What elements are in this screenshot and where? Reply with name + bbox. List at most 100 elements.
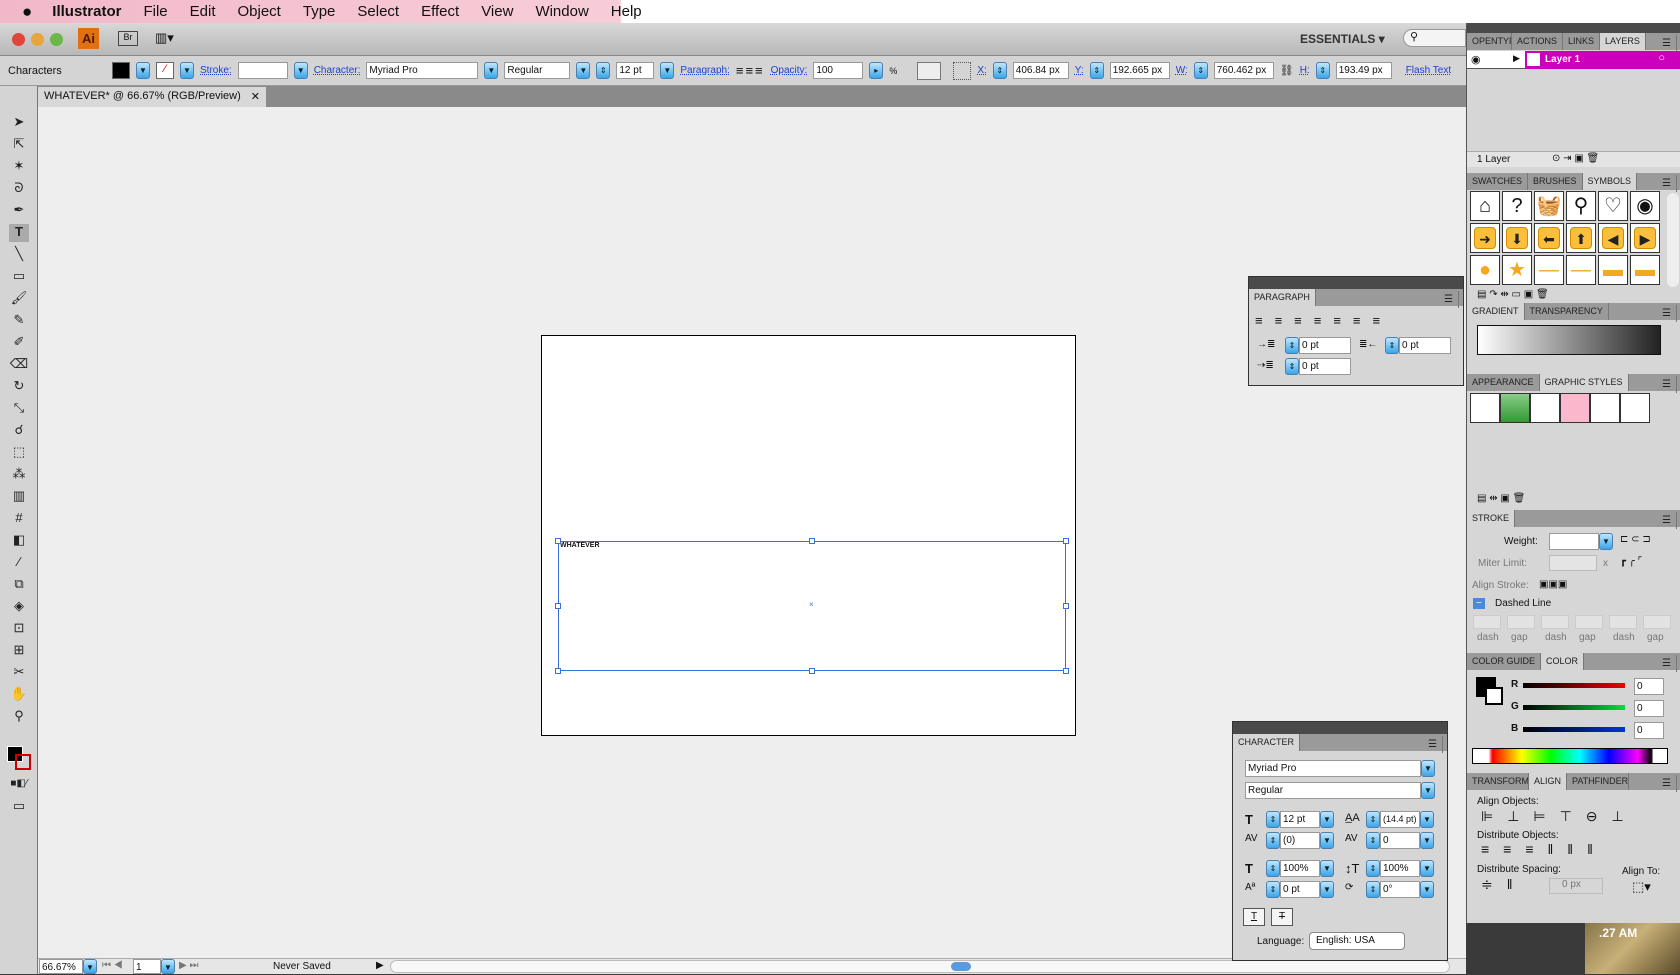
green-value[interactable]: 0 [1634,700,1664,717]
zoom-window-button[interactable] [50,33,63,46]
resize-handle[interactable] [1063,603,1069,609]
symbol-swatch[interactable]: ⬆ [1566,223,1596,253]
vertical-scale-field[interactable]: 100% [1380,860,1420,877]
right-indent-stepper[interactable]: ⇕ [1385,337,1399,354]
line-tool-icon[interactable]: ╲ [9,246,29,264]
kerning-dropdown[interactable]: ▼ [1320,832,1334,849]
x-label[interactable]: X: [977,65,986,76]
search-field[interactable]: ⚲ [1403,29,1466,47]
baseline-shift-dropdown[interactable]: ▼ [1320,881,1334,898]
minimize-window-button[interactable] [31,33,44,46]
underline-button[interactable]: T [1243,908,1265,926]
symbol-swatch[interactable]: ⌂ [1470,191,1500,221]
symbol-swatch[interactable]: ▬ [1598,255,1628,285]
symbols-scrollbar[interactable] [1667,193,1679,287]
distribute-spacing-buttons-icon[interactable]: ≑‖ [1481,876,1527,893]
spacing-field[interactable]: 0 px [1549,878,1603,894]
font-size-field[interactable]: 12 pt [616,62,655,79]
align-stroke-buttons-icon[interactable]: ▣▣▣ [1539,579,1567,590]
menu-view[interactable]: View [481,3,513,20]
leading-stepper[interactable]: ⇕ [1366,811,1380,828]
live-paint-tool-icon[interactable]: ◈ [9,598,29,616]
tab-transform[interactable]: TRANSFORM [1467,773,1529,790]
resize-handle[interactable] [1063,668,1069,674]
gap-field[interactable] [1507,615,1535,629]
font-family-field[interactable]: Myriad Pro [366,62,479,79]
tab-opentype[interactable]: OPENTYPE [1467,33,1512,50]
symbols-footer-buttons-icon[interactable]: ▤ ↷ ⇹ ▭ ▣ 🗑 [1477,289,1549,300]
font-size-stepper[interactable]: ⇕ [596,62,611,79]
resize-handle[interactable] [1063,538,1069,544]
miter-input[interactable] [1549,555,1597,571]
arrange-documents-icon[interactable]: ▥▾ [155,30,183,46]
leading-field[interactable]: (14.4 pt) [1380,811,1420,828]
panel-menu-icon[interactable]: ☰ [1657,655,1677,672]
graphic-style-shadow[interactable] [1530,393,1560,423]
graphic-style-outline[interactable] [1590,393,1620,423]
rotation-stepper[interactable]: ⇕ [1366,881,1380,898]
text-frame[interactable]: WHATEVER × [555,538,1069,674]
layer-name[interactable]: Layer 1 [1545,54,1580,65]
font-style-field[interactable]: Regular [1245,782,1421,799]
tab-color-guide[interactable]: COLOR GUIDE [1467,653,1542,670]
tab-gradient[interactable]: GRADIENT [1467,303,1525,320]
font-style-dropdown[interactable]: ▼ [1421,782,1435,799]
gradient-preview[interactable] [1477,325,1661,355]
bridge-button[interactable]: Br [118,31,138,46]
close-window-button[interactable] [12,33,25,46]
rotation-dropdown[interactable]: ▼ [1420,881,1434,898]
opacity-field[interactable]: 100 [813,62,864,79]
tab-character[interactable]: CHARACTER [1233,734,1301,751]
w-label[interactable]: W: [1176,65,1188,76]
menu-edit[interactable]: Edit [190,3,216,20]
warp-tool-icon[interactable]: ☌ [9,422,29,440]
horizontal-scrollbar[interactable] [390,960,1450,973]
font-size-dropdown[interactable]: ▼ [660,62,675,79]
symbol-swatch[interactable]: 🧺 [1534,191,1564,221]
artboard[interactable] [541,335,1076,736]
font-family-dropdown[interactable]: ▼ [484,62,499,79]
panel-menu-icon[interactable]: ☰ [1439,291,1459,308]
red-value[interactable]: 0 [1634,678,1664,695]
symbol-swatch[interactable]: — [1534,255,1564,285]
flash-text-link[interactable]: Flash Text [1406,65,1451,76]
fill-swatch[interactable] [112,62,130,79]
left-indent-field[interactable]: 0 pt [1299,337,1351,354]
rectangle-tool-icon[interactable]: ▭ [9,268,29,286]
first-line-indent-field[interactable]: 0 pt [1299,358,1351,375]
horizontal-scale-stepper[interactable]: ⇕ [1266,860,1280,877]
distribute-objects-buttons-icon[interactable]: ≡≡≡‖‖‖ [1481,841,1607,857]
stroke-weight-dropdown[interactable]: ▼ [293,62,308,79]
blend-tool-icon[interactable]: ⧉ [9,576,29,594]
graphic-style-default[interactable] [1470,393,1500,423]
panel-menu-icon[interactable]: ☰ [1657,175,1677,192]
left-indent-stepper[interactable]: ⇕ [1285,337,1299,354]
scale-tool-icon[interactable]: ⤡ [9,400,29,418]
symbol-swatch[interactable]: ➜ [1470,223,1500,253]
panel-menu-icon[interactable]: ☰ [1657,775,1677,792]
zoom-level-field[interactable]: 66.67% [39,959,83,974]
graphic-styles-footer-icon[interactable]: ▤ ⇹ ▣ 🗑 [1477,493,1525,504]
rotate-tool-icon[interactable]: ↻ [9,378,29,396]
symbol-swatch[interactable]: ? [1502,191,1532,221]
symbol-swatch[interactable]: — [1566,255,1596,285]
menu-select[interactable]: Select [357,3,399,20]
tab-pathfinder[interactable]: PATHFINDER [1567,773,1630,790]
right-indent-field[interactable]: 0 pt [1399,337,1451,354]
font-size-dropdown[interactable]: ▼ [1320,811,1334,828]
tab-stroke[interactable]: STROKE [1467,510,1516,527]
symbol-swatch[interactable]: ▬ [1630,255,1660,285]
scrollbar-thumb[interactable] [951,962,971,971]
eraser-tool-icon[interactable]: ⌫ [9,356,29,374]
screen-mode-icon[interactable]: ▭ [9,798,29,816]
join-buttons-icon[interactable]: ┏ ╭ ⌜ [1620,556,1642,567]
paragraph-align-buttons[interactable]: ≡≡≡ [736,63,765,78]
symbol-swatch[interactable]: ♡ [1598,191,1628,221]
h-field[interactable]: 193.49 px [1335,62,1392,79]
red-slider[interactable] [1523,683,1625,688]
horizontal-scale-field[interactable]: 100% [1280,860,1320,877]
gap-field[interactable] [1643,615,1671,629]
menu-file[interactable]: File [143,3,167,20]
symbol-swatch[interactable]: ★ [1502,255,1532,285]
leading-dropdown[interactable]: ▼ [1420,811,1434,828]
